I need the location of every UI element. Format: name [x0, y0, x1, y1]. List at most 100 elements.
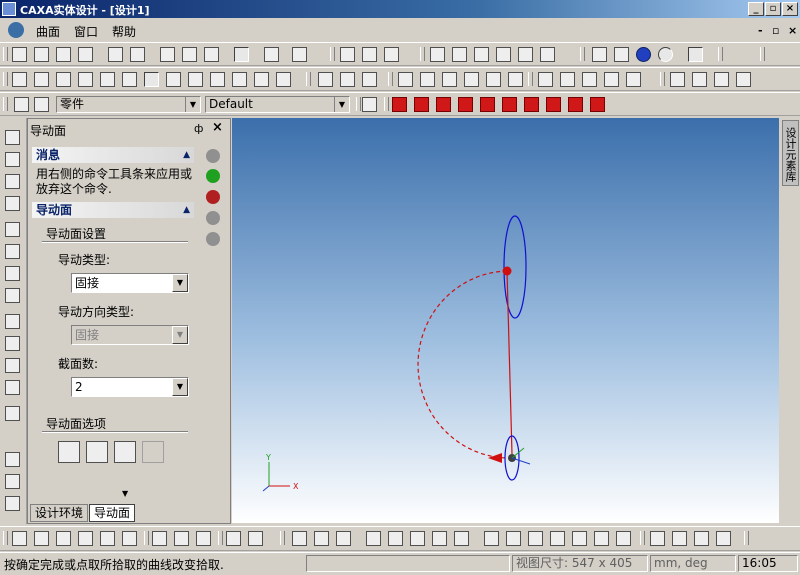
cut-icon[interactable] [160, 47, 175, 62]
toolbar-grip[interactable] [760, 47, 765, 61]
doc-minimize-button[interactable]: - [758, 24, 763, 37]
guide-surface-icon[interactable] [144, 72, 159, 87]
line-tool-icon[interactable] [292, 531, 307, 546]
shaded-box-icon[interactable] [614, 47, 629, 62]
curve-endpoint[interactable] [502, 266, 512, 276]
toolbar-grip[interactable] [640, 531, 645, 545]
view-cube-icon-7[interactable] [524, 97, 539, 112]
edit-tool-icon-10[interactable] [538, 72, 553, 87]
pick-curve-icon[interactable] [114, 441, 136, 463]
toolbar-grip[interactable] [660, 72, 665, 86]
edit-tool-icon-7[interactable] [464, 72, 479, 87]
straight-guide-line[interactable] [506, 270, 513, 455]
view-cube-icon-3[interactable] [436, 97, 451, 112]
toolbar-grip[interactable] [3, 531, 8, 545]
view-box-icon[interactable] [688, 47, 703, 62]
toolbar-grip[interactable] [280, 531, 285, 545]
surface-tool-icon-4[interactable] [78, 72, 93, 87]
arc-tool-icon-3[interactable] [694, 531, 709, 546]
surface-tool-icon-8[interactable] [166, 72, 181, 87]
edit-tool-icon-12[interactable] [582, 72, 597, 87]
chevron-down-icon[interactable]: ▼ [334, 97, 349, 112]
move-icon[interactable] [5, 130, 20, 145]
toolbar-grip[interactable] [420, 47, 425, 61]
toolbar-grip[interactable] [3, 47, 8, 61]
edit-tool-icon-1[interactable] [318, 72, 333, 87]
view-cube-icon-5[interactable] [480, 97, 495, 112]
chevron-down-icon[interactable]: ▼ [185, 97, 200, 112]
toolbar-grip[interactable] [356, 97, 361, 111]
toolbar-grip[interactable] [388, 72, 393, 86]
transform-icon-3[interactable] [714, 72, 729, 87]
copy-icon[interactable] [182, 47, 197, 62]
sketch-tool-icon-9[interactable] [196, 531, 211, 546]
transform-icon-1[interactable] [670, 72, 685, 87]
cancel-button[interactable] [206, 190, 220, 204]
view-cube-icon-1[interactable] [392, 97, 407, 112]
style-select[interactable]: Default ▼ [205, 96, 350, 113]
sketch-tool-icon-2[interactable] [34, 531, 49, 546]
circle-tool-icon-6[interactable] [594, 531, 609, 546]
smooth-shaded-icon[interactable] [658, 47, 673, 62]
surface-tool-icon-1[interactable] [12, 72, 27, 87]
design-elements-tab[interactable]: 设计元素库 [782, 120, 799, 186]
select-pointer-icon[interactable] [14, 97, 29, 112]
tangent-line-icon[interactable] [336, 531, 351, 546]
toolbar-grip[interactable] [718, 47, 723, 61]
circle-tool-icon-1[interactable] [484, 531, 499, 546]
dimension-tool-icon[interactable] [366, 531, 381, 546]
shaded-sphere-icon[interactable] [636, 47, 651, 62]
view-cube-icon-6[interactable] [502, 97, 517, 112]
sketch-tool-icon-5[interactable] [100, 531, 115, 546]
design-viewport[interactable]: Y X [232, 118, 779, 523]
edit-tool-icon-11[interactable] [560, 72, 575, 87]
edit-tool-icon-5[interactable] [420, 72, 435, 87]
preview-button[interactable] [206, 149, 220, 163]
viewport-canvas[interactable]: Y X [232, 118, 779, 523]
transform-icon-2[interactable] [692, 72, 707, 87]
walk-icon[interactable] [5, 174, 20, 189]
reverse-icon[interactable] [86, 441, 108, 463]
scroll-down-icon[interactable]: ▼ [122, 489, 128, 498]
sketch-tool-icon-11[interactable] [248, 531, 263, 546]
camera-icon-3[interactable] [5, 358, 20, 373]
feature-icon-1[interactable] [340, 47, 355, 62]
sketch-tool-icon-10[interactable] [226, 531, 241, 546]
paste-icon[interactable] [204, 47, 219, 62]
hierarchy-icon[interactable] [362, 97, 377, 112]
help-pointer-icon[interactable] [292, 47, 307, 62]
select-mode-icon[interactable] [234, 47, 249, 62]
toolbar-grip[interactable] [330, 47, 335, 61]
close-button[interactable]: × [782, 2, 798, 16]
chevron-down-icon[interactable]: ▼ [172, 378, 188, 396]
sketch-tool-icon-4[interactable] [78, 531, 93, 546]
circle-tool-icon-7[interactable] [616, 531, 631, 546]
guide-type-select[interactable]: 固接 ▼ [71, 273, 189, 293]
camera-icon-4[interactable] [5, 380, 20, 395]
message-section-header[interactable]: 消息 ▲ [32, 147, 194, 163]
arc-tool-icon-2[interactable] [672, 531, 687, 546]
panel-close-button[interactable]: × [212, 120, 223, 135]
open-icon[interactable] [56, 47, 71, 62]
tab-design-environment[interactable]: 设计环境 [30, 504, 89, 522]
minimize-button[interactable]: _ [748, 2, 764, 16]
camera-icon-1[interactable] [5, 314, 20, 329]
arc-tool-icon-1[interactable] [650, 531, 665, 546]
toolbar-grip[interactable] [744, 531, 749, 545]
surface-tool-icon-5[interactable] [100, 72, 115, 87]
feature-icon-9[interactable] [540, 47, 555, 62]
surface-tool-icon-3[interactable] [56, 72, 71, 87]
feature-icon-2[interactable] [362, 47, 377, 62]
surface-tool-icon-13[interactable] [276, 72, 291, 87]
toolbar-grip[interactable] [3, 72, 8, 86]
camera-icon-2[interactable] [5, 336, 20, 351]
toolbar-grip[interactable] [306, 72, 311, 86]
view-cube-icon-10[interactable] [590, 97, 605, 112]
surface-tool-icon-11[interactable] [232, 72, 247, 87]
undo-icon[interactable] [108, 47, 123, 62]
menu-surface[interactable]: 曲面 [36, 23, 60, 40]
edit-tool-icon-9[interactable] [508, 72, 523, 87]
edit-tool-icon-2[interactable] [340, 72, 355, 87]
collapse-icon[interactable]: ▲ [183, 202, 190, 218]
restore-button[interactable]: ▫ [765, 2, 781, 16]
